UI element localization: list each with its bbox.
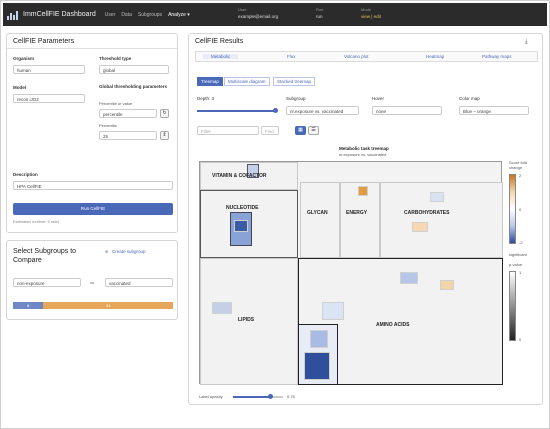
tab-heatmap[interactable]: Heatmap [426,54,444,59]
legend-top: 2 [519,173,522,178]
group-label-nucleotide: NUCLEOTIDE [226,205,259,211]
depth-label: Depth: 3 [197,96,215,101]
treemap-cell[interactable] [212,302,232,314]
right-count-segment: 34 [43,302,173,309]
tab-pathway-maps[interactable]: Pathway maps [482,54,512,59]
create-subgroup-link[interactable]: Create subgroup [112,249,146,254]
subgroup-label: Subgroup [286,96,306,101]
legend-bottom: -2 [519,240,523,245]
mode-block: Mode view | edit [361,7,381,19]
subgroup-select[interactable]: nr.exposure vs. vaccinated [286,106,359,115]
panel-title: CellFIE Parameters [13,38,75,45]
tab-volcano[interactable]: Volcano plot [344,54,369,59]
cellfie-results-panel: CellFIE Results ⤓ Metabolic Flux Volcano… [188,33,543,405]
threshold-label: Threshold type [99,56,132,61]
subgroups-panel: Select Subgroups to Compare ⊕ Create sub… [6,240,178,320]
nav-user[interactable]: User [105,12,116,18]
group-label-energy: ENERGY [346,210,368,216]
treemap-cell[interactable] [440,280,454,290]
organism-label: Organism [13,56,35,61]
treemap-cell[interactable] [304,352,330,380]
bar-chart-logo-icon [7,10,19,20]
estimated-runtime: Estimated runtime: 5 mins [13,219,60,224]
user-id-block: User example@email.org [238,7,279,19]
tab-flux[interactable]: Flux [287,54,296,59]
group-label-lipids: LIPIDS [238,317,255,323]
threshold-select[interactable]: global [99,65,169,74]
treemap-title: Metabolic task treemap [339,146,389,151]
cellfie-parameters-panel: CellFIE Parameters Organism human Thresh… [6,33,178,233]
run-block: Run run [316,7,324,19]
run-cellfie-button[interactable]: Run CellFIE [13,203,173,215]
top-navbar: ImmCellFIE Dashboard User Data Subgroups… [3,3,547,26]
stepper-icon[interactable]: ⇕ [160,131,169,140]
legend-title: Score fold change [509,160,528,170]
legend-colorbar [509,174,516,244]
legend2-top: 1 [519,270,522,275]
legend-mid: 0 [519,207,522,212]
find-button[interactable]: Find [261,126,279,135]
nav-data[interactable]: Data [121,12,132,18]
treemap-cell[interactable] [322,302,344,320]
percentile-input[interactable]: 25 [99,131,157,140]
divider [7,48,177,49]
group-label-glycan: GLYCAN [307,210,328,216]
view-multiscale[interactable]: Multiscale diagram [224,77,270,86]
download-icon[interactable]: ⤓ [525,39,528,46]
create-subgroup-icon[interactable]: ⊕ [105,249,108,254]
treemap-cell[interactable] [430,192,444,202]
legend-pvalue-bar [509,271,516,341]
view-treemap[interactable]: Treemap [197,77,223,86]
subgroup-right-select[interactable]: vaccinated [105,278,173,287]
treemap-cell[interactable] [234,220,248,232]
view-stacked-treemap[interactable]: Stacked treemap [273,77,316,86]
legend-sig: significant [509,252,527,257]
description-label: Description [13,172,38,177]
nav-subgroups[interactable]: Subgroups [138,12,162,18]
hover-select[interactable]: none [372,106,442,115]
group-label-vitamin: VITAMIN & COFACTOR [212,173,267,179]
description-input[interactable]: HPA CellFIE [13,181,173,190]
colormap-label: Color map [459,96,480,101]
percentile-label: Percentile [99,123,117,128]
opacity-slider[interactable] [233,394,283,399]
global-threshold-label: Global thresholding parameters [99,84,168,89]
depth-slider-track[interactable] [197,108,278,113]
colormap-select[interactable]: Blue – orange [459,106,529,115]
subgroup-left-select[interactable]: non-exposure [13,278,81,287]
treemap-cell[interactable] [310,330,328,348]
subgroup-size-bar: 8 34 [13,302,173,309]
nav-analyze[interactable]: Analyze ▾ [168,12,190,18]
tab-metabolic[interactable]: Metabolic [203,54,239,59]
app-title: ImmCellFIE Dashboard [23,11,96,18]
pct-select[interactable]: percentile [99,109,157,118]
opacity-value: 0.75 [287,394,295,399]
results-title: CellFIE Results [195,38,244,45]
grid-view-icon[interactable]: ▦ [295,126,306,135]
group-label-amino-acids: AMINO ACIDS [376,322,410,328]
model-select[interactable]: recon iJO2 [13,94,85,103]
opacity-label: Label opacity [199,394,223,399]
treemap-group-glycan[interactable] [300,182,340,258]
vs-label: vs. [90,280,96,285]
hover-label: Hover [372,96,385,101]
filter-input[interactable]: Filter [197,126,259,135]
list-view-icon[interactable]: ☰ [308,126,319,135]
treemap-cell[interactable] [358,186,368,196]
reset-icon[interactable]: ↻ [160,109,169,118]
left-count-segment: 8 [13,302,44,309]
treemap: VITAMIN & COFACTOR NUCLEOTIDE GLYCAN ENE… [199,161,503,385]
subgroups-title: Select Subgroups to Compare [13,248,77,264]
treemap-cell[interactable] [412,222,428,232]
legend2-title: p-value [509,262,523,267]
model-label: Model [13,85,26,90]
organism-select[interactable]: human [13,65,85,74]
legend2-bottom: 0 [519,337,522,342]
group-label-carbohydrates: CARBOHYDRATES [404,210,450,216]
treemap-subtitle: nr.exposure vs. vaccinated [339,152,387,157]
treemap-cell[interactable] [400,272,418,284]
pct-label: Percentile or value [99,101,133,106]
